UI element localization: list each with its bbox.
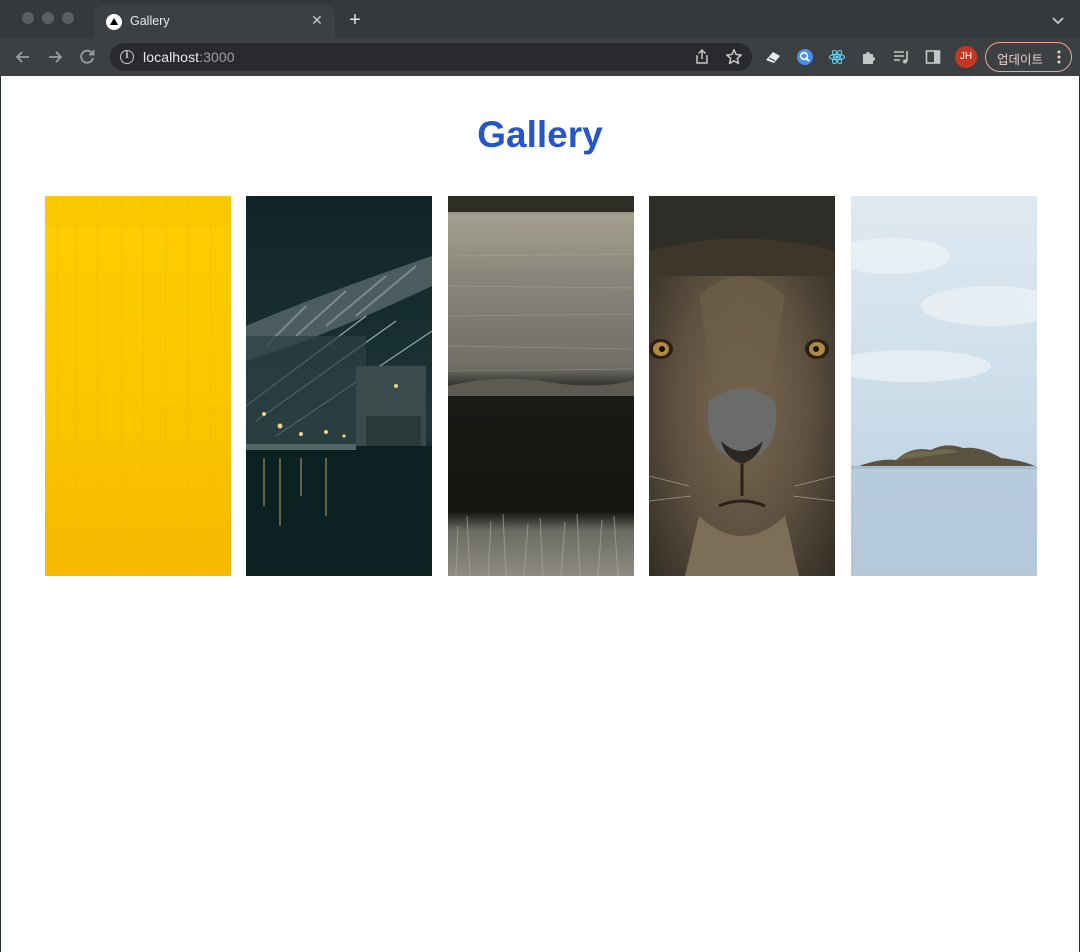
gallery-image-yellow-texture[interactable] [45, 196, 231, 576]
extension-search-icon[interactable] [796, 48, 814, 66]
tab-strip: Gallery ✕ + [0, 0, 1080, 38]
tab-title: Gallery [130, 14, 170, 28]
browser-toolbar: i localhost:3000 JH 업데이트 [0, 38, 1080, 76]
puzzle-icon[interactable] [860, 48, 878, 66]
extension-eraser-icon[interactable] [764, 48, 782, 66]
gallery-image-frosty-field[interactable] [448, 196, 634, 576]
gallery-image-bridge-night[interactable] [246, 196, 432, 576]
address-bar[interactable]: i localhost:3000 [110, 43, 752, 71]
forward-arrow-icon[interactable] [44, 46, 66, 68]
nextjs-favicon-icon [106, 14, 122, 30]
minimize-window-dot[interactable] [42, 12, 54, 24]
star-icon[interactable] [725, 48, 743, 66]
gallery-image-island-seascape[interactable] [851, 196, 1037, 576]
close-window-dot[interactable] [22, 12, 34, 24]
more-vert-icon [1057, 50, 1061, 64]
update-button[interactable]: 업데이트 [985, 42, 1072, 72]
update-label: 업데이트 [997, 53, 1044, 67]
tab-search-chevron-icon[interactable] [1050, 12, 1066, 28]
avatar[interactable]: JH [955, 46, 977, 68]
tab-close-icon[interactable]: ✕ [309, 12, 325, 28]
url-host: localhost [143, 49, 200, 65]
new-tab-icon[interactable]: + [345, 10, 365, 30]
reload-icon[interactable] [76, 46, 98, 68]
maximize-window-dot[interactable] [62, 12, 74, 24]
info-icon[interactable]: i [120, 50, 134, 64]
active-tab[interactable]: Gallery ✕ [94, 5, 335, 38]
react-devtools-icon[interactable] [828, 48, 846, 66]
side-panel-icon[interactable] [924, 48, 942, 66]
back-arrow-icon[interactable] [12, 46, 34, 68]
url-port: :3000 [199, 49, 235, 65]
page-viewport: Gallery [1, 76, 1079, 952]
gallery-image-lion-face[interactable] [649, 196, 835, 576]
share-icon[interactable] [693, 48, 711, 66]
page-title: Gallery [477, 114, 603, 155]
reading-list-icon[interactable] [892, 48, 910, 66]
url-text[interactable]: localhost:3000 [143, 49, 235, 65]
